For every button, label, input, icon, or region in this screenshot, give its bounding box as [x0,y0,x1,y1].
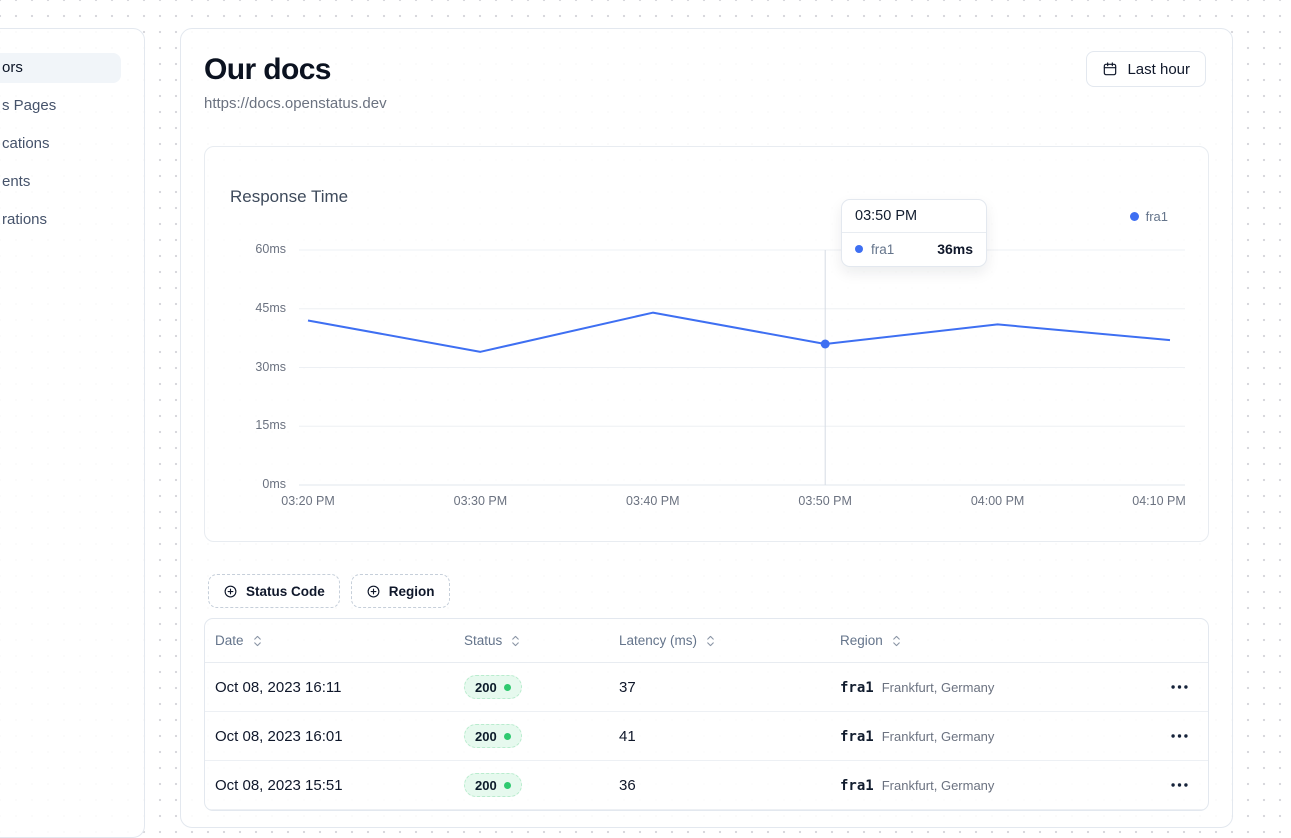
chart-tooltip: 03:50 PM fra1 36ms [841,199,987,267]
y-axis-tick: 0ms [216,477,286,491]
column-header-date[interactable]: Date [205,633,454,648]
sidebar-item[interactable]: cations [0,129,121,159]
filter-label: Status Code [246,584,325,599]
plus-circle-icon [366,584,381,599]
column-header-status[interactable]: Status [454,633,609,648]
actions-cell [1150,777,1208,793]
latency-cell: 37 [609,679,830,696]
region-cell: fra1 Frankfurt, Germany [830,777,1150,794]
table-header-row: Date Status Latency (ms) Region [205,619,1208,663]
status-badge: 200 [464,675,522,699]
page-header: Our docs https://docs.openstatus.dev Las… [181,29,1232,112]
ellipsis-icon [1171,734,1188,738]
sort-icon [510,634,521,648]
region-code: fra1 [840,729,874,745]
response-log-table: Date Status Latency (ms) Region [204,618,1209,811]
status-cell: 200 [454,724,609,748]
column-header-region[interactable]: Region [830,633,1150,648]
y-axis-tick: 30ms [216,360,286,374]
region-name: Frankfurt, Germany [882,729,995,744]
legend-label: fra1 [1146,209,1168,224]
x-axis-tick: 03:20 PM [281,494,335,508]
table-body: Oct 08, 2023 16:11 200 37 fra1 Frankfurt, Ge… [205,663,1208,810]
row-actions-button[interactable] [1163,728,1196,744]
status-cell: 200 [454,675,609,699]
sidebar: ors s Pages cations ents rations [0,28,145,838]
status-ok-dot-icon [504,782,511,789]
x-axis-tick: 03:40 PM [626,494,680,508]
row-actions-button[interactable] [1163,679,1196,695]
filter-bar: Status Code Region [208,574,450,608]
y-axis-tick: 60ms [216,242,286,256]
x-axis-tick: 04:10 PM [1132,494,1186,508]
plus-circle-icon [223,584,238,599]
tooltip-series-label: fra1 [871,242,929,257]
column-label: Latency (ms) [619,633,697,648]
actions-cell [1150,728,1208,744]
page-title: Our docs [204,53,1206,87]
actions-cell [1150,679,1208,695]
legend-dot-icon [1130,212,1139,221]
table-row[interactable]: Oct 08, 2023 16:11 200 37 fra1 Frankfurt, Ge… [205,663,1208,712]
y-axis-tick: 45ms [216,301,286,315]
filter-label: Region [389,584,435,599]
status-ok-dot-icon [504,684,511,691]
latency-line-series [308,313,1170,352]
sort-icon [705,634,716,648]
status-badge: 200 [464,773,522,797]
active-point-dot [821,340,830,349]
column-label: Status [464,633,502,648]
column-label: Region [840,633,883,648]
time-range-button[interactable]: Last hour [1086,51,1206,87]
sidebar-item[interactable]: s Pages [0,91,121,121]
x-axis-tick: 03:30 PM [454,494,508,508]
table-row[interactable]: Oct 08, 2023 15:51 200 36 fra1 Frankfurt, Ge… [205,761,1208,810]
chart-legend: fra1 [1130,209,1168,224]
region-cell: fra1 Frankfurt, Germany [830,728,1150,745]
chart-svg[interactable] [205,147,1210,543]
column-header-latency[interactable]: Latency (ms) [609,633,830,648]
region-filter-button[interactable]: Region [351,574,450,608]
y-axis-tick: 15ms [216,418,286,432]
tooltip-value: 36ms [937,241,973,257]
status-badge: 200 [464,724,522,748]
monitor-url: https://docs.openstatus.dev [204,95,1206,112]
ellipsis-icon [1171,783,1188,787]
date-cell: Oct 08, 2023 16:01 [205,728,454,745]
monitor-detail-card: Our docs https://docs.openstatus.dev Las… [180,28,1233,828]
column-label: Date [215,633,244,648]
region-code: fra1 [840,778,874,794]
region-code: fra1 [840,680,874,696]
latency-cell: 36 [609,777,830,794]
status-code: 200 [475,729,497,744]
ellipsis-icon [1171,685,1188,689]
region-name: Frankfurt, Germany [882,680,995,695]
status-code: 200 [475,680,497,695]
date-cell: Oct 08, 2023 15:51 [205,777,454,794]
response-time-card: Response Time fra1 03:50 PM fra1 36ms 0m… [204,146,1209,542]
region-name: Frankfurt, Germany [882,778,995,793]
sidebar-item[interactable]: rations [0,205,121,235]
sidebar-item[interactable]: ors [0,53,121,83]
status-cell: 200 [454,773,609,797]
time-range-label: Last hour [1127,61,1190,78]
status-code-filter-button[interactable]: Status Code [208,574,340,608]
date-cell: Oct 08, 2023 16:11 [205,679,454,696]
sort-icon [891,634,902,648]
region-cell: fra1 Frankfurt, Germany [830,679,1150,696]
table-row[interactable]: Oct 08, 2023 16:01 200 41 fra1 Frankfurt, Ge… [205,712,1208,761]
sidebar-item[interactable]: ents [0,167,121,197]
status-code: 200 [475,778,497,793]
x-axis-tick: 04:00 PM [971,494,1025,508]
calendar-icon [1102,61,1118,77]
sidebar-nav: ors s Pages cations ents rations [0,29,144,235]
tooltip-series-dot-icon [855,245,863,253]
sort-icon [252,634,263,648]
row-actions-button[interactable] [1163,777,1196,793]
x-axis-tick: 03:50 PM [798,494,852,508]
tooltip-row: fra1 36ms [842,233,986,266]
tooltip-time: 03:50 PM [842,200,986,233]
status-ok-dot-icon [504,733,511,740]
latency-cell: 41 [609,728,830,745]
